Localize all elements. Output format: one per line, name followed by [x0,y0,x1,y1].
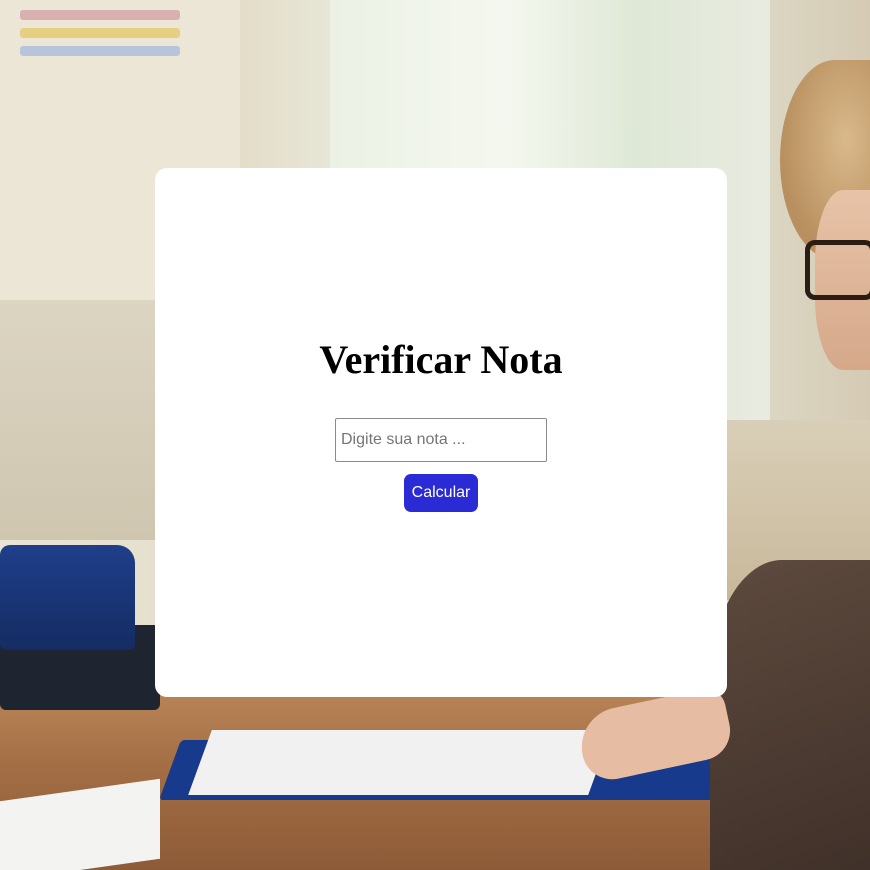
calculate-button[interactable]: Calcular [403,474,479,512]
grade-card: Verificar Nota Calcular [155,168,727,697]
person-body [710,560,870,870]
glasses [805,240,870,300]
board-stripe [20,46,180,56]
stapler [0,545,135,650]
nota-input[interactable] [335,418,547,462]
board-stripe [20,10,180,20]
page-title: Verificar Nota [319,337,563,382]
clipboard-paper [188,730,612,795]
board-stripe [20,28,180,38]
